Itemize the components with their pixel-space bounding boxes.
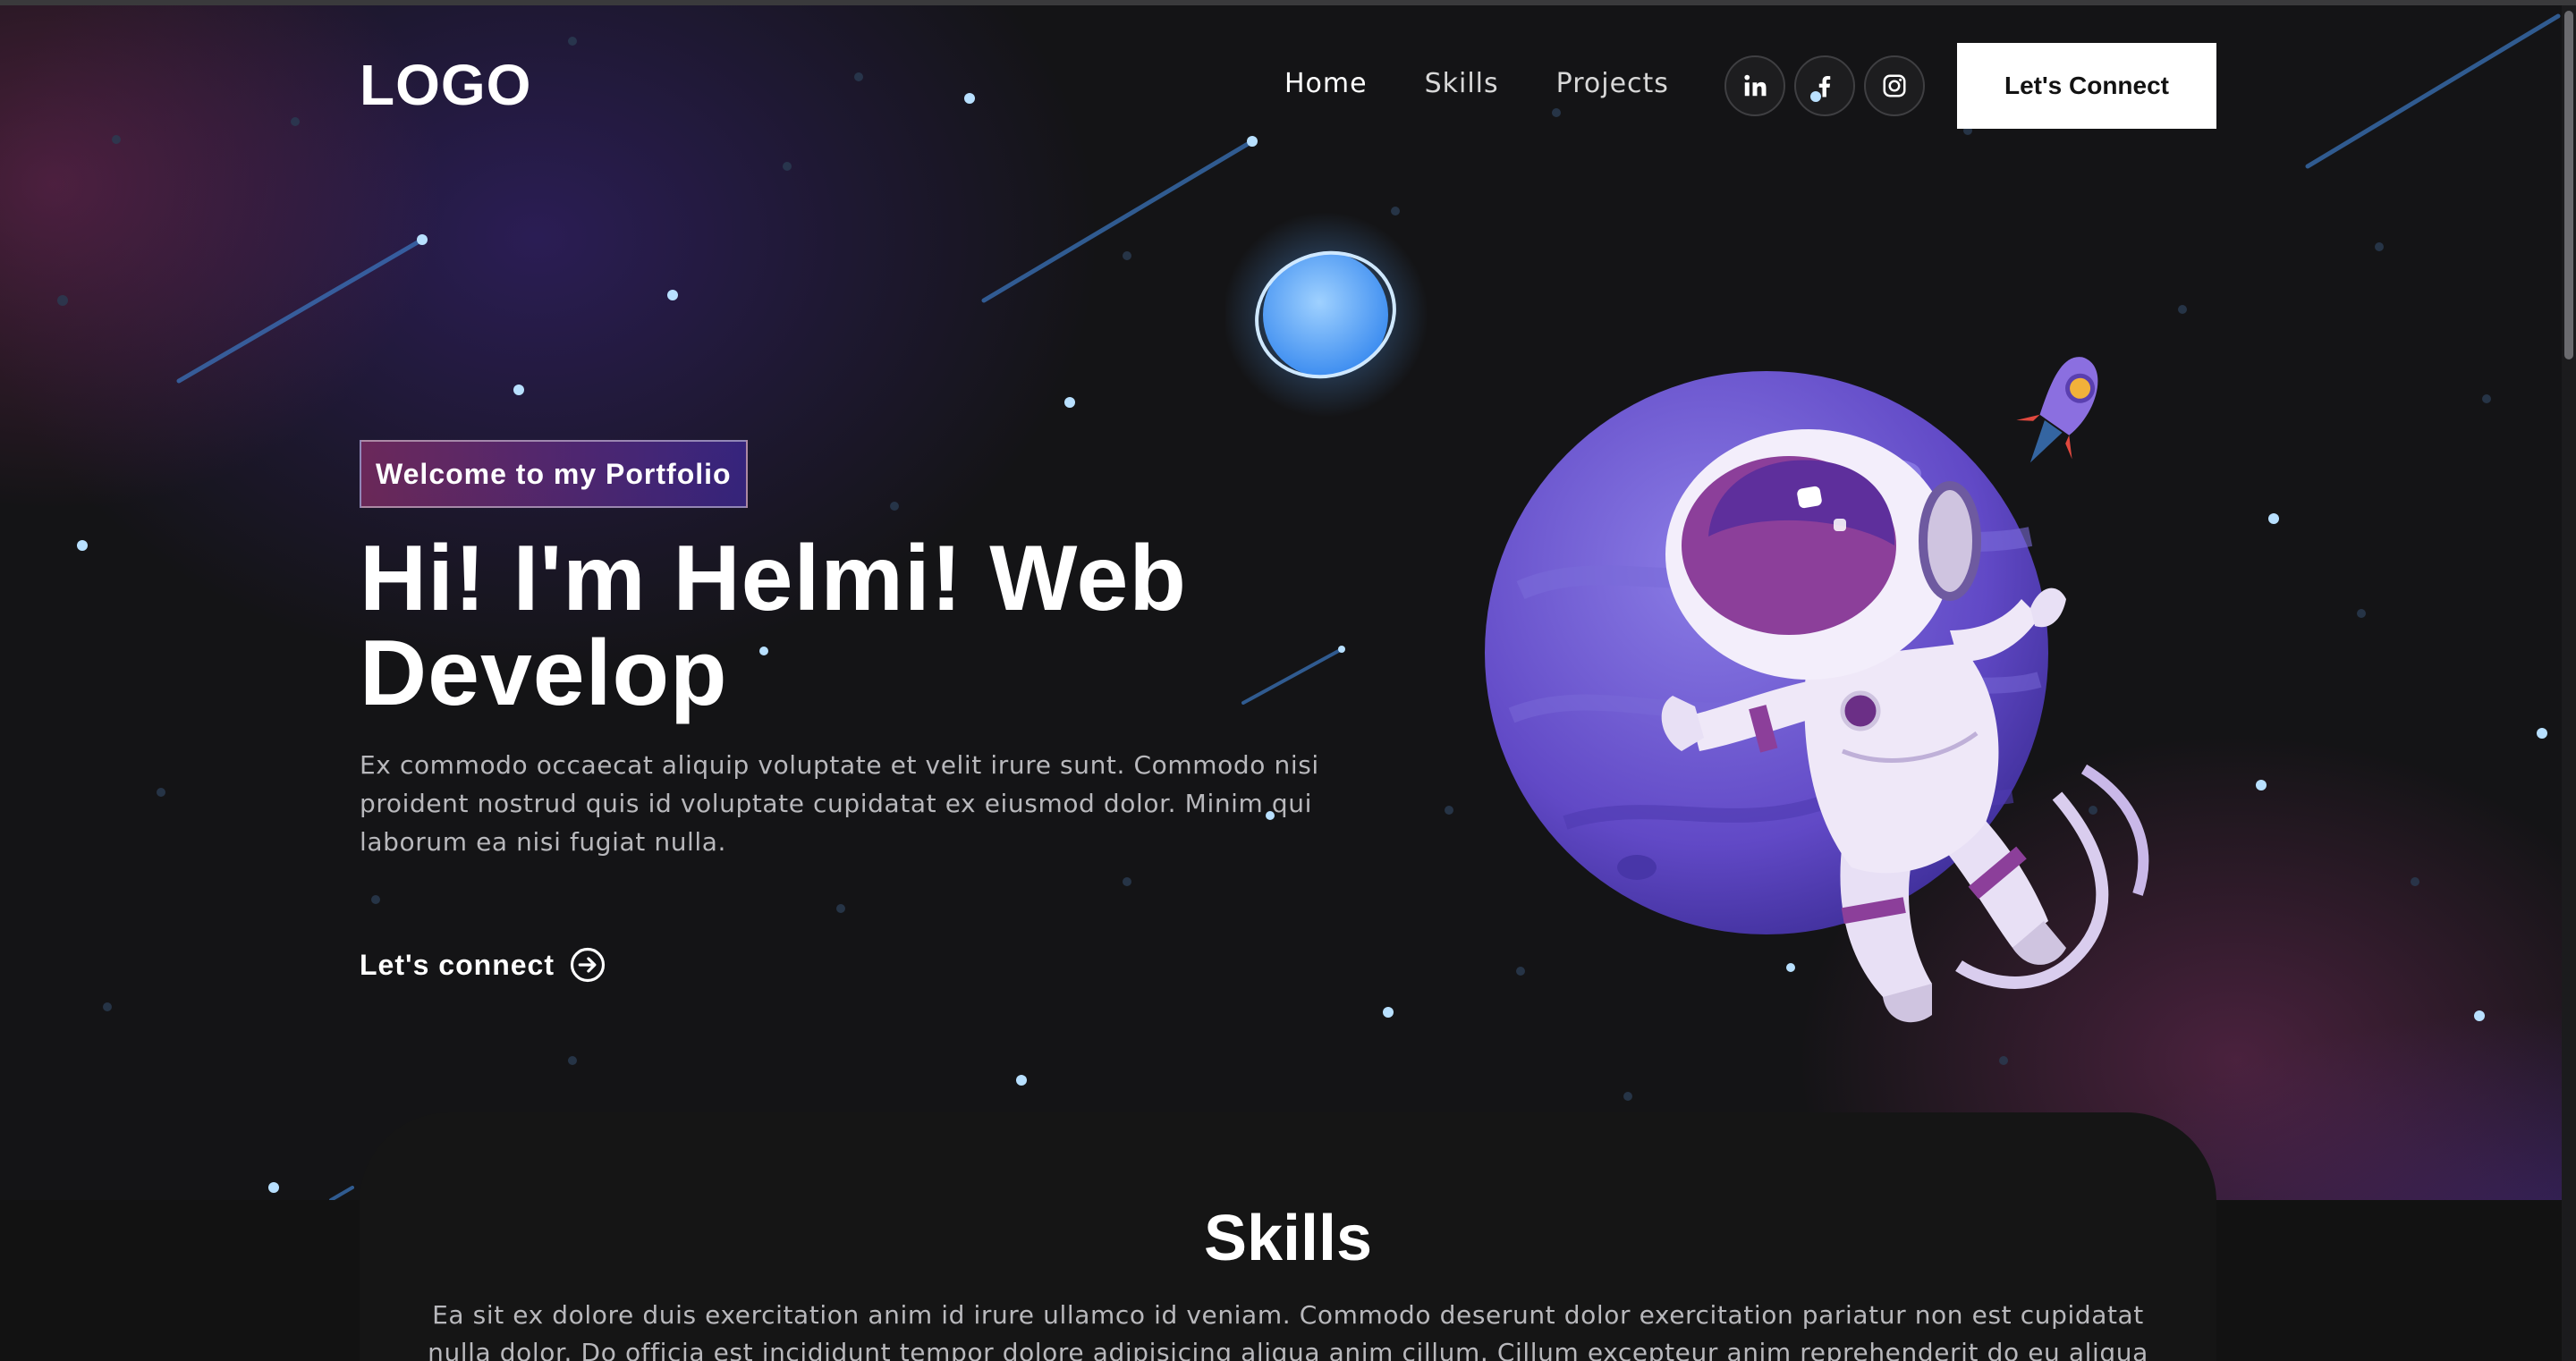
logo[interactable]: LOGO (360, 52, 531, 118)
instagram-icon (1883, 74, 1906, 97)
skills-section: Skills Ea sit ex dolore duis exercitatio… (360, 1112, 2216, 1361)
nav-link-projects[interactable]: Projects (1556, 68, 1669, 99)
tagline-badge: Welcome to my Portfolio (360, 440, 748, 508)
scrollbar-thumb[interactable] (2564, 11, 2573, 359)
lets-connect-cta[interactable]: Let's connect (360, 946, 606, 984)
facebook-link[interactable] (1794, 55, 1855, 116)
social-links (1724, 55, 1925, 116)
cta-label: Let's connect (360, 948, 555, 981)
skills-title: Skills (1203, 1203, 1373, 1274)
nav-link-skills[interactable]: Skills (1425, 68, 1499, 99)
lets-connect-button[interactable]: Let's Connect (1957, 43, 2216, 129)
facebook-icon (1818, 76, 1831, 97)
arrow-right-circle-icon (570, 947, 606, 983)
instagram-link[interactable] (1864, 55, 1925, 116)
hero-paragraph: Ex commodo occaecat aliquip voluptate et… (360, 750, 1319, 857)
hero-headline: Hi! I'm Helmi! Web Develop (360, 531, 1361, 721)
linkedin-link[interactable] (1724, 55, 1785, 116)
astronaut-illustration (1225, 212, 2149, 1023)
skills-description: Ea sit ex dolore duis exercitation anim … (428, 1300, 2148, 1361)
headline-line-2: Develop (360, 621, 728, 725)
nav-links: Home Skills Projects (1284, 68, 1726, 99)
navbar: LOGO Home Skills Projects Let's Connect (360, 43, 2216, 129)
headline-line-1: Hi! I'm Helmi! Web (360, 527, 1187, 630)
nav-link-home[interactable]: Home (1284, 68, 1368, 99)
linkedin-icon (1744, 74, 1767, 97)
